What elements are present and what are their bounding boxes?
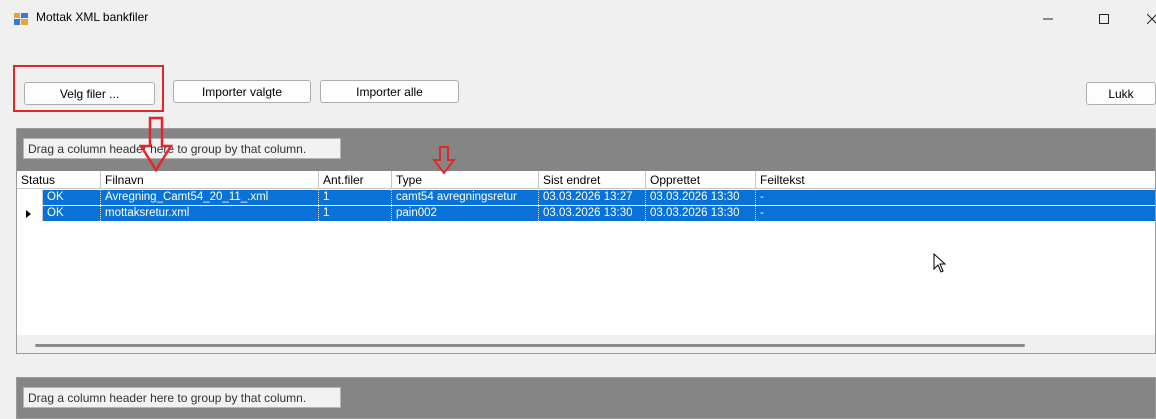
current-row-arrow-icon — [26, 210, 31, 218]
cell-opprettet: 03.03.2026 13:30 — [646, 206, 756, 221]
cell-status: OK — [43, 190, 101, 205]
table-row[interactable]: OK mottaksretur.xml 1 pain002 03.03.2026… — [17, 206, 1155, 221]
minimize-icon — [1043, 18, 1053, 20]
cell-feiltekst: - — [760, 191, 764, 203]
app-window-icon — [14, 13, 28, 25]
cell-opprettet: 03.03.2026 13:30 — [646, 190, 756, 205]
column-header-sist-endret[interactable]: Sist endret — [539, 171, 646, 189]
group-hint-2: Drag a column header here to group by th… — [23, 387, 341, 408]
files-grid[interactable]: Drag a column header here to group by th… — [16, 128, 1156, 354]
group-panel: Drag a column header here to group by th… — [17, 129, 1155, 171]
importer-alle-button[interactable]: Importer alle — [320, 80, 459, 103]
minimize-button[interactable] — [1030, 6, 1066, 32]
cell-status: OK — [43, 206, 101, 221]
column-header-opprettet[interactable]: Opprettet — [646, 171, 756, 189]
cell-feiltekst: - — [760, 207, 764, 219]
horizontal-scrollbar[interactable] — [17, 335, 1155, 353]
row-indicator-current[interactable] — [17, 206, 43, 221]
column-header-filnavn[interactable]: Filnavn — [101, 171, 319, 189]
row-indicator[interactable] — [17, 190, 43, 205]
column-header-type[interactable]: Type — [392, 171, 539, 189]
cell-type: pain002 — [392, 206, 539, 221]
importer-valgte-button[interactable]: Importer valgte — [173, 80, 311, 103]
column-header-row: Status Filnavn Ant.filer Type Sist endre… — [17, 171, 1155, 189]
column-header-feiltekst[interactable]: Feiltekst — [756, 171, 1155, 189]
column-header-antfiler[interactable]: Ant.filer — [319, 171, 392, 189]
mouse-cursor-icon — [933, 253, 947, 273]
maximize-button[interactable] — [1086, 6, 1122, 32]
cell-filnavn: mottaksretur.xml — [101, 206, 319, 221]
cell-filnavn: Avregning_Camt54_20_11_.xml — [101, 190, 319, 205]
cell-sist-endret: 03.03.2026 13:30 — [539, 206, 646, 221]
velg-filer-button[interactable]: Velg filer ... — [24, 82, 155, 105]
window-title: Mottak XML bankfiler — [36, 10, 149, 24]
cell-type: camt54 avregningsretur — [392, 190, 539, 205]
close-button[interactable] — [1134, 6, 1156, 32]
scrollbar-thumb[interactable] — [35, 344, 1025, 347]
table-row[interactable]: OK Avregning_Camt54_20_11_.xml 1 camt54 … — [17, 190, 1155, 205]
title-bar: Mottak XML bankfiler — [0, 0, 1156, 38]
cell-antfiler: 1 — [319, 190, 392, 205]
lukk-button[interactable]: Lukk — [1086, 82, 1156, 105]
cell-antfiler: 1 — [319, 206, 392, 221]
column-header-status[interactable]: Status — [17, 171, 101, 189]
maximize-icon — [1099, 14, 1109, 24]
close-icon — [1147, 14, 1156, 24]
second-grid[interactable]: Drag a column header here to group by th… — [16, 377, 1156, 419]
cell-sist-endret: 03.03.2026 13:27 — [539, 190, 646, 205]
group-hint: Drag a column header here to group by th… — [23, 138, 341, 159]
